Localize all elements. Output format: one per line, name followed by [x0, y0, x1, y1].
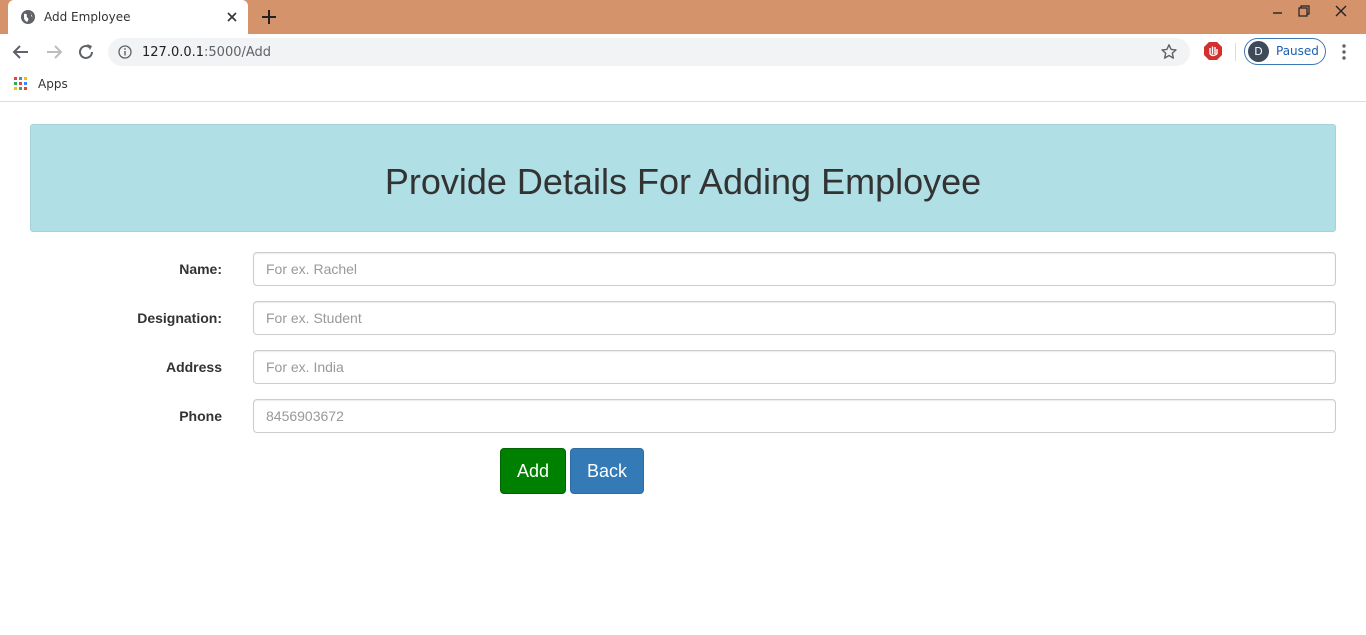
add-button[interactable]: Add [500, 448, 566, 494]
form-row-designation: Designation: [0, 301, 1366, 335]
address-input[interactable] [253, 350, 1336, 384]
forward-arrow-icon[interactable] [44, 42, 64, 62]
name-input[interactable] [253, 252, 1336, 286]
bookmark-apps[interactable]: Apps [38, 77, 68, 91]
avatar: D [1248, 41, 1269, 62]
reload-icon[interactable] [76, 42, 96, 62]
apps-grid-icon[interactable] [14, 77, 28, 91]
phone-input[interactable] [253, 399, 1336, 433]
browser-tab[interactable]: Add Employee [8, 0, 248, 34]
form-row-phone: Phone [0, 399, 1366, 433]
profile-status: Paused [1276, 44, 1319, 58]
back-arrow-icon[interactable] [11, 42, 31, 62]
new-tab-icon[interactable] [260, 8, 278, 26]
form-row-name: Name: [0, 252, 1366, 286]
back-button[interactable]: Back [570, 448, 644, 494]
kebab-menu-icon[interactable] [1336, 42, 1352, 62]
url-host: 127.0.0.1 [142, 45, 205, 60]
page-title: Provide Details For Adding Employee [384, 161, 982, 202]
info-icon[interactable] [118, 45, 132, 59]
minimize-icon[interactable] [1267, 3, 1289, 19]
browser-toolbar: 127.0.0.1:5000/Add [0, 34, 1366, 70]
bookmark-star-icon[interactable] [1160, 43, 1178, 61]
form-row-address: Address [0, 350, 1366, 384]
name-label: Name: [179, 261, 222, 277]
designation-input[interactable] [253, 301, 1336, 335]
extension-stop-icon[interactable] [1203, 41, 1223, 61]
browser-titlebar: Add Employee [0, 0, 1366, 34]
bookmarks-bar: Apps [0, 70, 1366, 102]
profile-button[interactable]: D Paused [1244, 38, 1326, 65]
url-path: :5000/Add [204, 45, 272, 60]
toolbar-separator [1235, 43, 1236, 61]
designation-label: Designation: [137, 310, 222, 326]
window-close-icon[interactable] [1330, 3, 1352, 19]
tab-title: Add Employee [44, 10, 131, 24]
page-header-banner: Provide Details For Adding Employee [30, 124, 1336, 232]
close-icon[interactable] [224, 9, 240, 25]
restore-icon[interactable] [1293, 3, 1315, 19]
address-label: Address [165, 359, 222, 375]
address-bar[interactable]: 127.0.0.1:5000/Add [108, 38, 1190, 66]
globe-icon [21, 10, 35, 24]
url-text: 127.0.0.1:5000/Add [142, 45, 271, 60]
phone-label: Phone [179, 408, 222, 424]
